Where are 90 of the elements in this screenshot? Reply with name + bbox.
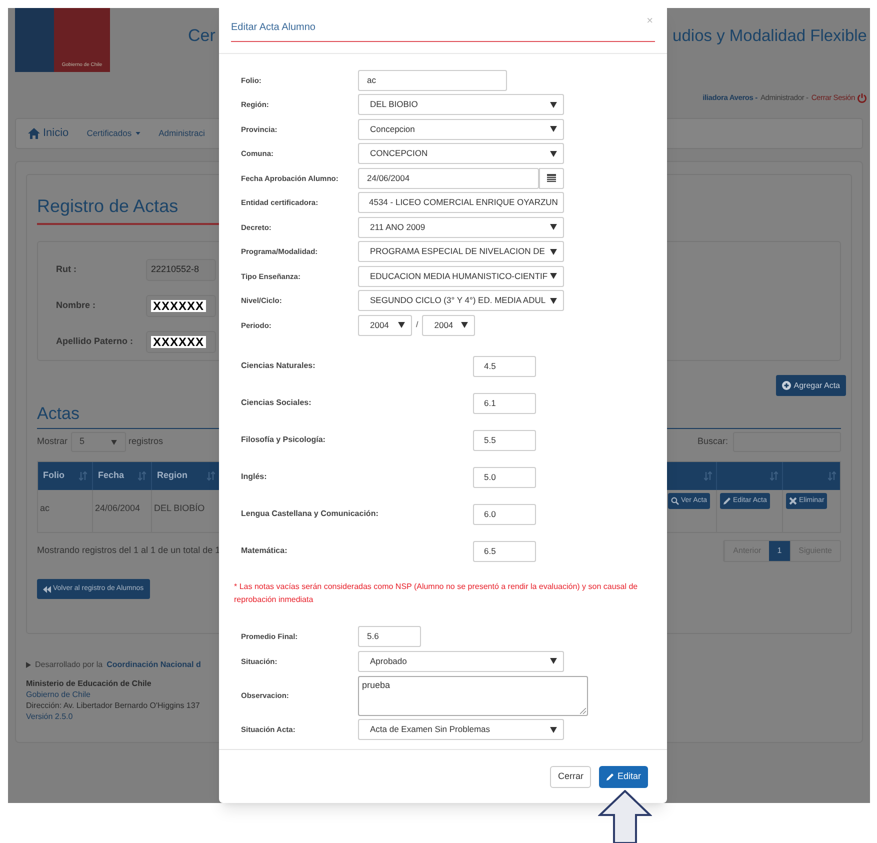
caret-icon <box>110 440 117 444</box>
select-field[interactable]: Acta de Examen Sin Problemas <box>358 719 564 740</box>
caret-icon <box>550 126 557 132</box>
masked-value: XXXXXX <box>151 300 206 312</box>
input-field[interactable]: 6.0 <box>473 504 536 524</box>
page-button[interactable]: 1 <box>769 541 790 561</box>
input-field[interactable]: XXXXXX <box>146 331 216 353</box>
field-label: Rut : <box>56 263 78 276</box>
grade-label: Ciencias Sociales: <box>241 397 312 409</box>
caret-icon <box>550 273 557 280</box>
sort-icon <box>138 471 146 481</box>
resize-handle-icon <box>580 708 586 714</box>
close-icon <box>789 497 797 505</box>
field-label: Nombre : <box>56 299 97 312</box>
address-text: Dirección: Av. Libertador Bernardo O'Higgins 137 <box>26 700 200 711</box>
grade-label: Lengua Castellana y Comunicación: <box>241 508 380 520</box>
close-button[interactable]: Cerrar <box>550 766 592 788</box>
triangle-icon <box>26 662 31 668</box>
input-field[interactable]: 5.6 <box>358 626 421 648</box>
records-label: registros <box>128 435 164 448</box>
ministry-name: Ministerio de Educación de Chile <box>26 678 152 689</box>
sort-icon <box>704 471 712 481</box>
select-field[interactable]: 2004 <box>358 314 412 336</box>
textarea-field[interactable]: prueba <box>358 676 588 716</box>
select-field[interactable]: Concepcion <box>358 118 564 140</box>
sort-icon <box>207 471 215 481</box>
show-label: Mostrar <box>37 435 68 448</box>
calendar-button[interactable] <box>539 168 564 189</box>
site-title: udios y Modalidad Flexible <box>672 28 867 44</box>
section-title: Actas <box>37 405 81 422</box>
rewind-icon <box>43 586 51 592</box>
caret-icon <box>550 248 557 255</box>
select-field[interactable]: Aprobado <box>358 650 564 672</box>
column-header: Fecha <box>98 469 124 482</box>
table-cell: ac <box>40 503 50 513</box>
input-field[interactable]: 4.5 <box>473 356 536 376</box>
select-field[interactable]: CONCEPCION <box>358 143 564 164</box>
column-header: Region <box>157 469 188 482</box>
caret-icon <box>550 658 557 664</box>
search-label: Buscar: <box>697 435 728 448</box>
caret-icon <box>550 726 557 733</box>
input-field[interactable]: 24/06/2004 <box>358 168 539 189</box>
caret-icon <box>550 102 557 108</box>
masked-value: XXXXXX <box>151 336 206 348</box>
home-icon <box>28 128 40 139</box>
pencil-icon <box>606 772 614 780</box>
input-field[interactable]: 5.0 <box>473 466 536 488</box>
select-field[interactable]: EDUCACION MEDIA HUMANISTICO-CIENTIF <box>358 266 564 287</box>
add-button[interactable]: Agregar Acta <box>776 375 846 396</box>
sort-icon <box>79 471 87 481</box>
page-title: Registro de Actas <box>37 197 178 215</box>
input-field[interactable]: ac <box>358 70 507 91</box>
sort-icon <box>770 471 778 481</box>
input-field[interactable]: 6.1 <box>473 392 536 414</box>
input-field[interactable]: 22210552-8 <box>146 259 216 281</box>
sort-icon <box>828 471 836 481</box>
select-field[interactable]: 2004 <box>422 314 476 336</box>
caret-icon <box>461 322 468 328</box>
separator-text: / <box>416 319 418 332</box>
table-info: Mostrando registros del 1 al 1 de un total de 1 <box>37 544 220 558</box>
footer-text: Desarrollado por la <box>35 659 103 670</box>
table-cell: 24/06/2004 <box>95 503 140 513</box>
input-field[interactable]: 6.5 <box>473 540 536 562</box>
select-field[interactable]: 211 ANO 2009 <box>358 216 564 238</box>
warning-note: * Las notas vacías serán consideradas como NSP (Alumno no se presentó a rendir la evaluación) y son causal de reprobación inmediata <box>234 580 639 606</box>
select-field[interactable]: PROGRAMA ESPECIAL DE NIVELACION DE <box>358 241 564 262</box>
grade-label: Filosofía y Psicología: <box>241 434 326 446</box>
search-icon <box>671 497 679 505</box>
grade-label: Matemática: <box>241 545 288 557</box>
column-header: Folio <box>43 469 64 482</box>
input-field[interactable]: 5.5 <box>473 430 536 450</box>
select-field[interactable]: SEGUNDO CICLO (3° Y 4°) ED. MEDIA ADUL <box>358 290 564 312</box>
caret-icon <box>398 322 405 328</box>
site-title: Cer <box>188 27 216 44</box>
version-text: Versión 2.5.0 <box>26 711 73 722</box>
pencil-icon <box>723 497 731 505</box>
grade-label: Inglés: <box>241 471 268 483</box>
calendar-icon <box>547 174 556 182</box>
field-label: Apellido Paterno : <box>56 335 134 348</box>
power-icon <box>857 93 867 103</box>
select-field[interactable]: DEL BIOBIO <box>358 94 564 116</box>
caret-icon <box>134 132 141 136</box>
grade-label: Ciencias Naturales: <box>241 360 316 372</box>
input-field[interactable]: 4534 - LICEO COMERCIAL ENRIQUE OYARZUN <box>358 192 564 214</box>
input-field[interactable]: XXXXXX <box>146 295 216 317</box>
arrow-annotation-icon <box>598 790 652 843</box>
table-cell: DEL BIOBÍO <box>154 503 205 513</box>
caret-icon <box>550 298 557 304</box>
plus-circle-icon <box>782 381 791 390</box>
edit-button[interactable]: Editar <box>599 766 648 788</box>
